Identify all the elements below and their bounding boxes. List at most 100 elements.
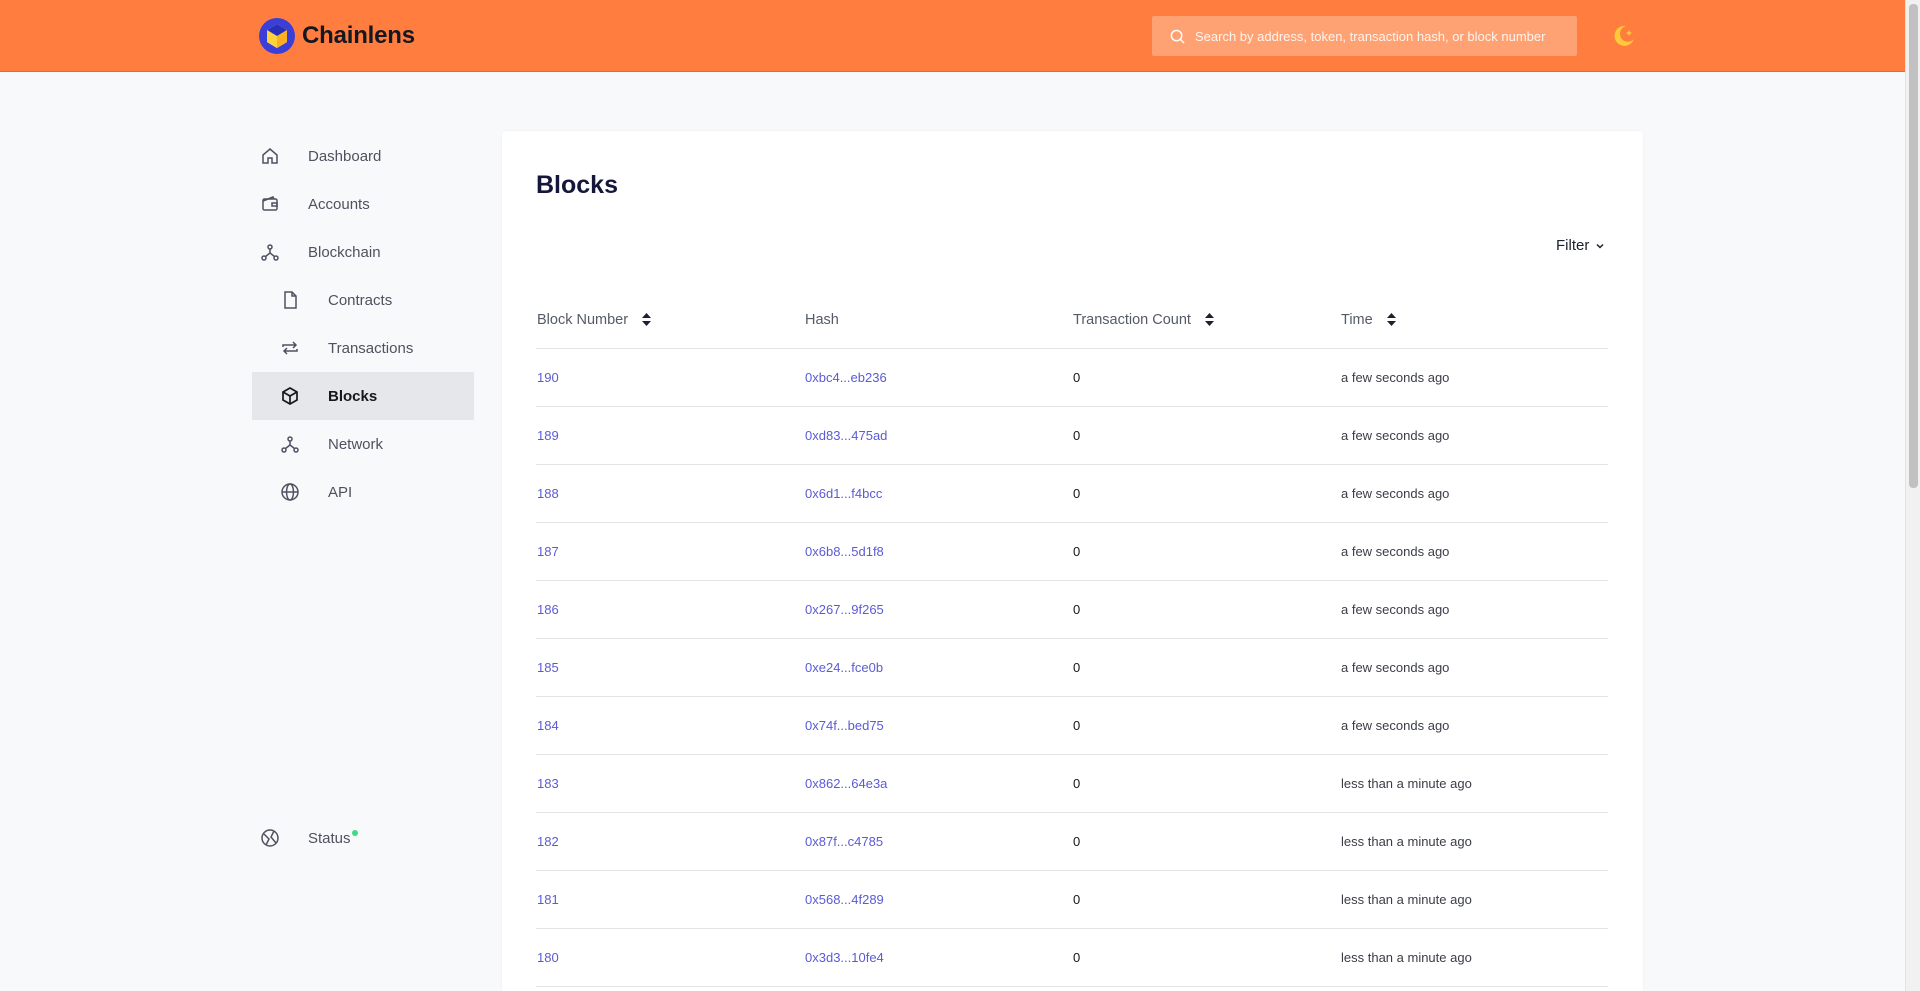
block-hash-link[interactable]: 0x6d1...f4bcc (805, 486, 882, 501)
sidebar-item-label: Blockchain (308, 243, 381, 261)
top-header: Chainlens (0, 0, 1905, 72)
hash-cell: 0x6b8...5d1f8 (804, 522, 1072, 581)
time-cell: a few seconds ago (1340, 638, 1608, 697)
hash-cell: 0x74f...bed75 (804, 696, 1072, 755)
status-indicator-dot (352, 830, 358, 836)
time-cell: a few seconds ago (1340, 580, 1608, 639)
home-icon (262, 148, 278, 164)
block-number-cell: 185 (536, 638, 804, 697)
block-number-link[interactable]: 190 (537, 370, 559, 385)
time-cell: less than a minute ago (1340, 870, 1608, 929)
block-number-cell: 180 (536, 928, 804, 987)
sidebar-item-label: Transactions (328, 339, 414, 357)
sort-icon[interactable] (1204, 313, 1214, 327)
blocks-card: Blocks Filter Block Number Hash Transact… (502, 131, 1643, 991)
block-number-link[interactable]: 189 (537, 428, 559, 443)
block-number-link[interactable]: 180 (537, 950, 559, 965)
sidebar-item-api[interactable]: API (252, 468, 474, 516)
sidebar-item-label: Blocks (328, 387, 378, 405)
transaction-count-cell: 0 (1072, 464, 1340, 523)
block-hash-link[interactable]: 0x862...64e3a (805, 776, 887, 791)
block-number-link[interactable]: 183 (537, 776, 559, 791)
search-bar[interactable] (1152, 16, 1577, 56)
sidebar-item-accounts[interactable]: Accounts (252, 180, 474, 228)
sort-icon[interactable] (642, 313, 652, 327)
sidebar-item-label: Network (328, 435, 384, 453)
sort-icon[interactable] (1386, 313, 1396, 327)
block-number-link[interactable]: 185 (537, 660, 559, 675)
hash-cell: 0x6d1...f4bcc (804, 464, 1072, 523)
chevron-down-icon (1596, 243, 1604, 249)
transaction-count-cell: 0 (1072, 696, 1340, 755)
block-hash-link[interactable]: 0x568...4f289 (805, 892, 884, 907)
block-number-link[interactable]: 187 (537, 544, 559, 559)
moon-icon[interactable] (1612, 24, 1636, 48)
sidebar-item-dashboard[interactable]: Dashboard (252, 132, 474, 180)
time-cell: less than a minute ago (1340, 812, 1608, 871)
transaction-count-cell: 0 (1072, 638, 1340, 697)
block-number-link[interactable]: 184 (537, 718, 559, 733)
table-row: 189 0xd83...475ad 0 a few seconds ago (536, 406, 1608, 465)
block-number-link[interactable]: 181 (537, 892, 559, 907)
block-number-link[interactable]: 186 (537, 602, 559, 617)
column-header-time[interactable]: Time (1340, 292, 1608, 349)
table-header-row: Block Number Hash Transaction Count Time (536, 292, 1608, 349)
block-hash-link[interactable]: 0x6b8...5d1f8 (805, 544, 884, 559)
sidebar-item-status[interactable]: Status (252, 814, 474, 862)
sidebar-item-label: Status (308, 829, 351, 847)
block-number-cell: 189 (536, 406, 804, 465)
block-number-cell: 183 (536, 754, 804, 813)
block-hash-link[interactable]: 0xe24...fce0b (805, 660, 883, 675)
hash-cell: 0x862...64e3a (804, 754, 1072, 813)
block-number-cell: 188 (536, 464, 804, 523)
transaction-count-cell: 0 (1072, 348, 1340, 407)
time-cell: less than a minute ago (1340, 928, 1608, 987)
column-header-block-number[interactable]: Block Number (536, 292, 804, 349)
transaction-count-cell: 0 (1072, 928, 1340, 987)
block-number-link[interactable]: 182 (537, 834, 559, 849)
transaction-count-cell: 0 (1072, 870, 1340, 929)
filter-button[interactable]: Filter (1556, 237, 1605, 254)
sidebar-item-contracts[interactable]: Contracts (252, 276, 474, 324)
column-header-hash: Hash (804, 292, 1072, 349)
transaction-count-cell: 0 (1072, 754, 1340, 813)
sidebar-item-blocks[interactable]: Blocks (252, 372, 474, 420)
blockchain-icon (261, 244, 279, 261)
block-hash-link[interactable]: 0xd83...475ad (805, 428, 887, 443)
time-cell: less than a minute ago (1340, 754, 1608, 813)
filter-label: Filter (1556, 237, 1590, 254)
blocks-table: Block Number Hash Transaction Count Time (536, 292, 1608, 987)
block-hash-link[interactable]: 0xbc4...eb236 (805, 370, 887, 385)
block-number-link[interactable]: 188 (537, 486, 559, 501)
block-number-cell: 190 (536, 348, 804, 407)
block-hash-link[interactable]: 0x3d3...10fe4 (805, 950, 884, 965)
transaction-count-cell: 0 (1072, 406, 1340, 465)
hash-cell: 0x87f...c4785 (804, 812, 1072, 871)
time-cell: a few seconds ago (1340, 348, 1608, 407)
block-hash-link[interactable]: 0x74f...bed75 (805, 718, 884, 733)
block-hash-link[interactable]: 0x87f...c4785 (805, 834, 883, 849)
table-row: 184 0x74f...bed75 0 a few seconds ago (536, 696, 1608, 755)
block-number-cell: 184 (536, 696, 804, 755)
table-row: 186 0x267...9f265 0 a few seconds ago (536, 580, 1608, 639)
block-hash-link[interactable]: 0x267...9f265 (805, 602, 884, 617)
logo[interactable]: Chainlens (258, 17, 415, 55)
wallet-icon (262, 196, 278, 211)
sidebar-item-label: Accounts (308, 195, 370, 213)
block-number-cell: 182 (536, 812, 804, 871)
page-scrollbar[interactable] (1905, 0, 1920, 991)
table-row: 185 0xe24...fce0b 0 a few seconds ago (536, 638, 1608, 697)
transaction-count-cell: 0 (1072, 522, 1340, 581)
repeat-icon (282, 341, 298, 355)
table-row: 188 0x6d1...f4bcc 0 a few seconds ago (536, 464, 1608, 523)
search-input[interactable] (1195, 28, 1555, 44)
sidebar-item-transactions[interactable]: Transactions (252, 324, 474, 372)
chainlens-logo-icon (259, 18, 295, 54)
column-header-transaction-count[interactable]: Transaction Count (1072, 292, 1340, 349)
table-row: 180 0x3d3...10fe4 0 less than a minute ago (536, 928, 1608, 987)
scrollbar-thumb[interactable] (1909, 4, 1918, 488)
sidebar-item-blockchain[interactable]: Blockchain (252, 228, 474, 276)
page-title: Blocks (536, 171, 618, 199)
hash-cell: 0x267...9f265 (804, 580, 1072, 639)
sidebar-item-network[interactable]: Network (252, 420, 474, 468)
